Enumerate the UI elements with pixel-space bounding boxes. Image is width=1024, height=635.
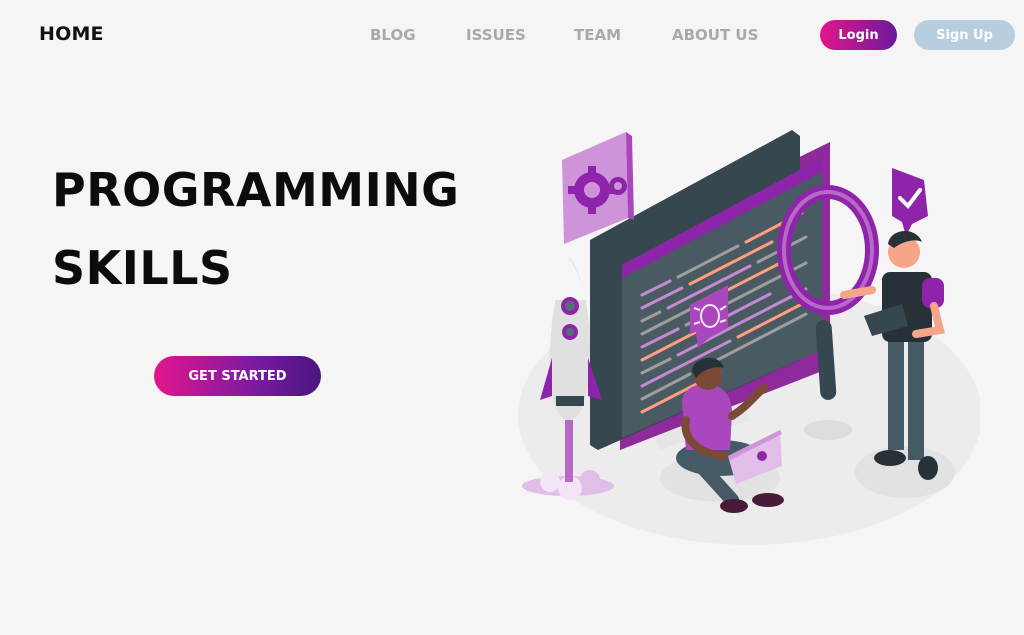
hero-title-line-2: SKILLS [52, 241, 233, 295]
nav-link-about-us[interactable]: ABOUT US [672, 26, 758, 44]
nav-link-blog[interactable]: BLOG [370, 26, 416, 44]
programming-illustration [518, 130, 980, 545]
home-link[interactable]: HOME [39, 23, 104, 45]
hero-title-line-1: PROGRAMMING [52, 163, 460, 217]
get-started-button[interactable]: GET STARTED [154, 356, 321, 396]
check-badge-icon [892, 168, 928, 236]
login-button[interactable]: Login [820, 20, 897, 50]
nav-link-issues[interactable]: ISSUES [466, 26, 526, 44]
landing-page: HOME BLOG ISSUES TEAM ABOUT US Login Sig… [0, 0, 1024, 635]
signup-button[interactable]: Sign Up [914, 20, 1015, 50]
nav-link-team[interactable]: TEAM [574, 26, 621, 44]
